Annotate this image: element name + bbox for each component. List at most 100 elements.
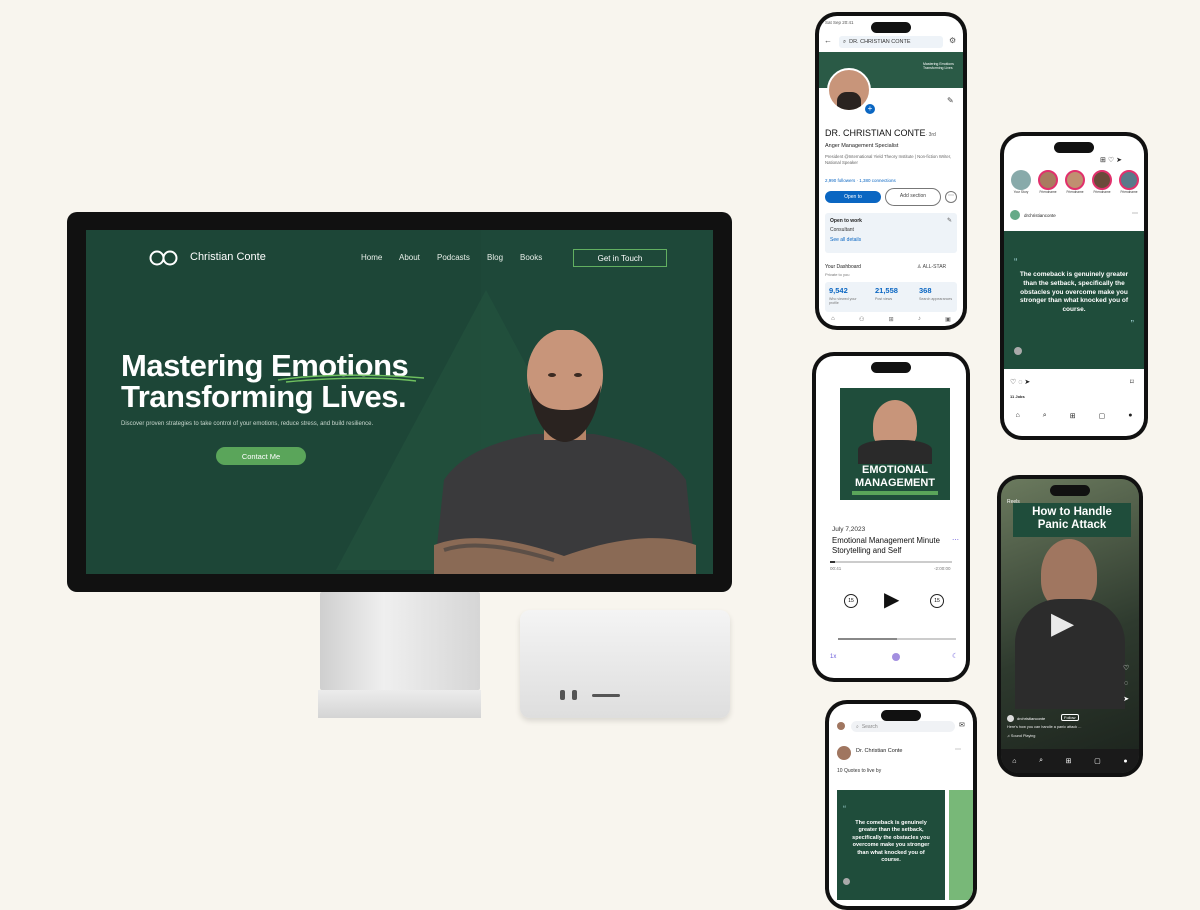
airplay-icon[interactable] <box>892 653 900 661</box>
open-to-button[interactable]: Open to <box>825 191 881 203</box>
speed-button[interactable]: 1x <box>830 654 836 660</box>
volume-slider[interactable] <box>838 638 956 640</box>
search-input[interactable]: ⌕ Search <box>851 721 955 732</box>
logo-icon <box>149 250 178 266</box>
forward-15-icon[interactable]: 15 <box>930 594 944 608</box>
avatar[interactable] <box>827 68 871 112</box>
notifications-icon[interactable]: ♪ <box>918 316 921 326</box>
open-to-work-card[interactable]: Open to work Consultant See all details … <box>825 213 957 253</box>
search-icon[interactable]: ⌕ <box>1039 757 1043 765</box>
progress-track[interactable] <box>830 561 952 563</box>
add-section-button[interactable]: Add section <box>885 188 941 206</box>
follow-button[interactable]: Follow <box>1061 714 1079 721</box>
quote-open-icon: “ <box>1014 257 1018 268</box>
add-icon[interactable]: ⊞ <box>1066 757 1072 765</box>
podcast-cover-art[interactable]: EMOTIONAL MANAGEMENT <box>840 388 950 500</box>
quote-close-icon: ” <box>1130 319 1134 330</box>
bookmark-icon[interactable]: ⌑ <box>1130 378 1134 386</box>
get-in-touch-button[interactable]: Get in Touch <box>573 249 667 267</box>
more-icon[interactable]: ⋯ <box>1132 210 1138 217</box>
search-icon: ⌕ <box>856 723 859 730</box>
edit-pencil-icon[interactable]: ✎ <box>947 217 952 224</box>
audio-label: ♫ Sound Playing <box>1007 734 1035 738</box>
avatar[interactable] <box>1007 715 1014 722</box>
search-icon: ⌕ <box>843 38 847 45</box>
play-icon[interactable]: ▶ <box>884 590 899 610</box>
profile-icon[interactable]: ● <box>1123 758 1127 765</box>
stat-value[interactable]: 9,542 <box>829 286 848 295</box>
search-input[interactable]: ⌕ DR. CHRISTIAN CONTE <box>839 36 943 48</box>
comment-icon[interactable]: ◌ <box>1123 676 1129 691</box>
heart-icon[interactable]: ♡ <box>1123 661 1129 676</box>
shop-icon[interactable]: ▢ <box>1099 412 1106 424</box>
play-icon[interactable]: ▶ <box>1051 609 1074 639</box>
nav-podcasts[interactable]: Podcasts <box>437 253 470 262</box>
heart-icon[interactable]: ♡ <box>1010 379 1016 386</box>
comment-icon[interactable]: ◌ <box>1018 379 1022 386</box>
more-icon[interactable]: ⋯ <box>952 536 959 544</box>
nav-blog[interactable]: Blog <box>487 253 503 262</box>
story-item[interactable]: Friendname <box>1064 170 1086 200</box>
profile-icon[interactable]: ● <box>1128 412 1132 424</box>
sleep-timer-icon[interactable]: ☾ <box>952 652 958 660</box>
back-arrow-icon[interactable]: ← <box>824 36 832 45</box>
story-item[interactable]: Your Story <box>1010 170 1032 200</box>
share-icon[interactable]: ➤ <box>1024 379 1030 386</box>
video-caption: Here's how you can handle a panic attack… <box>1007 725 1082 729</box>
add-photo-icon[interactable]: + <box>865 104 875 114</box>
dashboard-stats: 9,542 Who viewed your profile 21,558 Pos… <box>825 282 957 312</box>
all-star-text: ALL-STAR <box>922 264 947 270</box>
story-item[interactable]: Friendname <box>1037 170 1059 200</box>
followers-count[interactable]: 2,990 followers · 1,380 connections <box>825 178 896 183</box>
story-label: Friendname <box>1093 190 1111 194</box>
nav-home[interactable]: Home <box>361 253 382 262</box>
instagram-phone: ⊞ ♡ ➤ Your Story Friendname Friendname F… <box>1000 132 1148 440</box>
home-icon[interactable]: ⌂ <box>1016 412 1020 424</box>
next-quote-card[interactable] <box>949 790 973 900</box>
episode-date: July 7,2023 <box>832 526 866 533</box>
avatar[interactable] <box>1010 210 1020 220</box>
gear-icon[interactable]: ⚙ <box>949 36 956 45</box>
post-author[interactable]: Dr. Christian Conte <box>856 748 902 754</box>
share-icon[interactable]: ➤ <box>1123 692 1129 707</box>
avatar[interactable] <box>837 722 845 730</box>
post-icon[interactable]: ⊞ <box>889 316 894 326</box>
rewind-15-icon[interactable]: 15 <box>844 594 858 608</box>
contact-me-button[interactable]: Contact Me <box>216 447 306 465</box>
side-actions: ♡ ◌ ➤ <box>1123 661 1129 707</box>
dashboard-subtitle: Private to you <box>825 272 850 277</box>
nav-books[interactable]: Books <box>520 253 542 262</box>
quote-card[interactable]: “ The comeback is genuinely greater than… <box>837 790 945 900</box>
quote-post[interactable]: “ The comeback is genuinely greater than… <box>1004 231 1144 369</box>
heart-icon[interactable]: ♡ <box>1108 157 1114 164</box>
nav-about[interactable]: About <box>399 253 420 262</box>
brand-name: Christian Conte <box>190 251 266 263</box>
story-item[interactable]: Friendname <box>1118 170 1140 200</box>
shop-icon[interactable]: ▢ <box>1094 757 1101 765</box>
video-handle[interactable]: drchristianconte <box>1017 716 1045 721</box>
cover-title-line1: EMOTIONAL <box>862 464 928 476</box>
add-post-icon[interactable]: ⊞ <box>1100 157 1106 164</box>
messenger-icon[interactable]: ✉ <box>959 721 965 729</box>
monitor-stand <box>320 592 480 690</box>
send-icon[interactable]: ➤ <box>1116 157 1122 164</box>
home-icon[interactable]: ⌂ <box>1012 758 1016 765</box>
more-icon[interactable]: ⋯ <box>955 746 961 753</box>
add-icon[interactable]: ⊞ <box>1070 412 1076 424</box>
edit-pencil-icon[interactable]: ✎ <box>947 96 954 105</box>
jobs-icon[interactable]: ▣ <box>945 316 951 326</box>
avatar[interactable] <box>837 746 851 760</box>
bottom-nav: ⌂ ⚇ ⊞ ♪ ▣ <box>819 316 963 326</box>
reels-phone: Reels How to Handle Panic Attack ▶ ♡ ◌ ➤… <box>997 475 1143 777</box>
stat-value[interactable]: 21,558 <box>875 286 898 295</box>
see-all-details-link[interactable]: See all details <box>830 237 861 243</box>
search-icon[interactable]: ⌕ <box>1043 412 1047 424</box>
network-icon[interactable]: ⚇ <box>859 316 864 326</box>
hero-portrait-image <box>434 330 696 574</box>
story-item[interactable]: Friendname <box>1091 170 1113 200</box>
stat-value[interactable]: 368 <box>919 286 932 295</box>
more-icon[interactable]: ⋯ <box>945 191 957 203</box>
website-screen: Christian Conte Home About Podcasts Blog… <box>86 230 713 574</box>
home-icon[interactable]: ⌂ <box>831 316 835 326</box>
post-handle[interactable]: drchristianconte <box>1024 213 1056 218</box>
